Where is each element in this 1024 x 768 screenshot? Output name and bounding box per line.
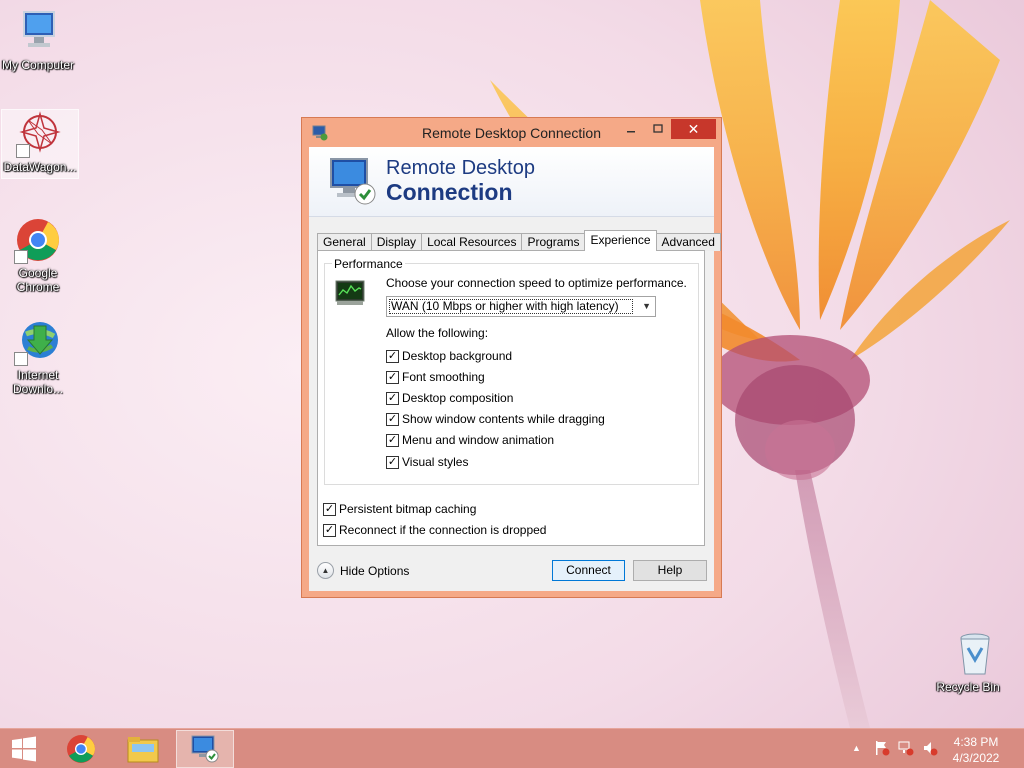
- option-visual-styles[interactable]: ✓ Visual styles: [386, 454, 468, 470]
- taskbar-clock[interactable]: 4:38 PM 4/3/2022: [950, 734, 1002, 766]
- checkbox[interactable]: ✓: [386, 433, 399, 447]
- taskbar-chrome-button[interactable]: [52, 730, 110, 768]
- desktop-icon-label: Google Chrome: [16, 266, 60, 294]
- window-client-area: Remote Desktop Connection General Displa…: [309, 147, 721, 591]
- option-label: Desktop composition: [402, 391, 514, 405]
- network-icon[interactable]: [898, 740, 914, 759]
- window-titlebar[interactable]: Remote Desktop Connection ✕: [302, 118, 721, 147]
- banner-title-line1: Remote Desktop: [386, 157, 535, 179]
- option-label: Persistent bitmap caching: [339, 502, 477, 516]
- performance-group: Performance Choose your connection speed…: [324, 257, 699, 485]
- hide-options-toggle[interactable]: ▲ Hide Options: [317, 562, 409, 579]
- tab-advanced[interactable]: Advanced: [655, 233, 721, 251]
- option-label: Desktop background: [402, 349, 513, 363]
- checkbox[interactable]: ✓: [386, 349, 399, 363]
- chrome-icon: [67, 735, 95, 763]
- maximize-icon: [653, 124, 663, 133]
- tab-general[interactable]: General: [317, 233, 372, 251]
- option-label: Show window contents while dragging: [402, 412, 605, 426]
- volume-muted-icon[interactable]: [922, 740, 938, 759]
- help-button[interactable]: Help: [633, 560, 707, 581]
- tab-display[interactable]: Display: [370, 233, 423, 251]
- allow-following-label: Allow the following:: [386, 326, 489, 340]
- folder-icon: [127, 737, 159, 763]
- close-icon: ✕: [687, 120, 700, 137]
- option-menu-window-animation[interactable]: ✓ Menu and window animation: [386, 432, 554, 448]
- desktop-icon-label: Internet Downlo...: [12, 368, 64, 396]
- hide-options-label: Hide Options: [340, 563, 410, 578]
- chevron-up-icon[interactable]: ▲: [317, 562, 334, 579]
- taskbar-remote-desktop-button[interactable]: [176, 730, 234, 768]
- option-label: Font smoothing: [402, 370, 485, 384]
- checkbox[interactable]: ✓: [323, 523, 336, 537]
- connection-speed-select[interactable]: WAN (10 Mbps or higher with high latency…: [386, 296, 656, 317]
- shortcut-arrow-icon: [14, 250, 28, 264]
- computer-icon: [14, 8, 62, 56]
- shortcut-arrow-icon: [16, 144, 30, 158]
- clock-time: 4:38 PM: [953, 735, 999, 749]
- option-label: Visual styles: [402, 455, 469, 469]
- taskbar: ▲ 4:38 PM 4/3/2022: [0, 728, 1024, 768]
- option-desktop-composition[interactable]: ✓ Desktop composition: [386, 390, 513, 406]
- option-label: Menu and window animation: [402, 433, 555, 447]
- desktop-icon-my-computer[interactable]: My Computer: [0, 8, 76, 72]
- chevron-down-icon[interactable]: ▼: [642, 301, 651, 311]
- datawagon-logo-icon: [16, 110, 64, 158]
- desktop-icon-internet-download-manager[interactable]: Internet Downlo...: [0, 318, 76, 396]
- tab-strip: General Display Local Resources Programs…: [317, 230, 721, 251]
- option-show-window-contents[interactable]: ✓ Show window contents while dragging: [386, 411, 605, 427]
- option-label: Reconnect if the connection is dropped: [339, 523, 547, 537]
- desktop-icon-recycle-bin[interactable]: Recycle Bin: [936, 630, 1013, 694]
- checkbox[interactable]: ✓: [386, 370, 399, 384]
- experience-tab-panel: Performance Choose your connection speed…: [317, 250, 705, 546]
- option-reconnect-if-dropped[interactable]: ✓ Reconnect if the connection is dropped: [323, 522, 546, 538]
- connection-speed-label: Choose your connection speed to optimize…: [386, 276, 687, 290]
- action-center-flag-icon[interactable]: [874, 740, 890, 759]
- desktop-icon-label: DataWagon...: [3, 160, 77, 174]
- option-font-smoothing[interactable]: ✓ Font smoothing: [386, 369, 485, 385]
- desktop-icon-label: My Computer: [1, 58, 75, 72]
- minimize-icon: [627, 131, 635, 133]
- tab-programs[interactable]: Programs: [521, 233, 586, 251]
- taskbar-file-explorer-button[interactable]: [114, 730, 172, 768]
- remote-desktop-monitor-icon: [327, 156, 379, 208]
- recycle-bin-icon: [951, 630, 999, 678]
- close-button[interactable]: ✕: [671, 119, 716, 139]
- shortcut-arrow-icon: [14, 352, 28, 366]
- option-persistent-bitmap-caching[interactable]: ✓ Persistent bitmap caching: [323, 501, 476, 517]
- performance-monitor-icon: [335, 280, 365, 306]
- tab-local-resources[interactable]: Local Resources: [421, 233, 523, 251]
- desktop-icon-label: Recycle Bin: [936, 680, 1000, 694]
- app-banner: Remote Desktop Connection: [309, 147, 714, 217]
- chrome-icon: [14, 216, 62, 264]
- banner-title-line2: Connection: [386, 179, 513, 205]
- tab-experience[interactable]: Experience: [584, 230, 657, 251]
- tray-chevron-up-icon[interactable]: ▲: [852, 743, 861, 753]
- connect-button[interactable]: Connect: [552, 560, 625, 581]
- desktop-icon-datawagon[interactable]: DataWagon...: [1, 109, 79, 179]
- start-button[interactable]: [0, 730, 48, 768]
- download-manager-icon: [14, 318, 62, 366]
- windows-logo-icon: [12, 736, 36, 762]
- remote-desktop-connection-window[interactable]: Remote Desktop Connection ✕ Remote Deskt…: [301, 117, 722, 598]
- minimize-button[interactable]: [618, 119, 644, 139]
- remote-desktop-app-icon: [191, 735, 219, 763]
- maximize-button[interactable]: [645, 119, 671, 139]
- clock-date: 4/3/2022: [952, 751, 1000, 765]
- connection-speed-value: WAN (10 Mbps or higher with high latency…: [389, 299, 633, 314]
- option-desktop-background[interactable]: ✓ Desktop background: [386, 348, 512, 364]
- checkbox[interactable]: ✓: [323, 502, 336, 516]
- checkbox[interactable]: ✓: [386, 455, 399, 469]
- performance-group-label: Performance: [332, 257, 405, 271]
- checkbox[interactable]: ✓: [386, 391, 399, 405]
- desktop-icon-google-chrome[interactable]: Google Chrome: [0, 216, 76, 294]
- checkbox[interactable]: ✓: [386, 412, 399, 426]
